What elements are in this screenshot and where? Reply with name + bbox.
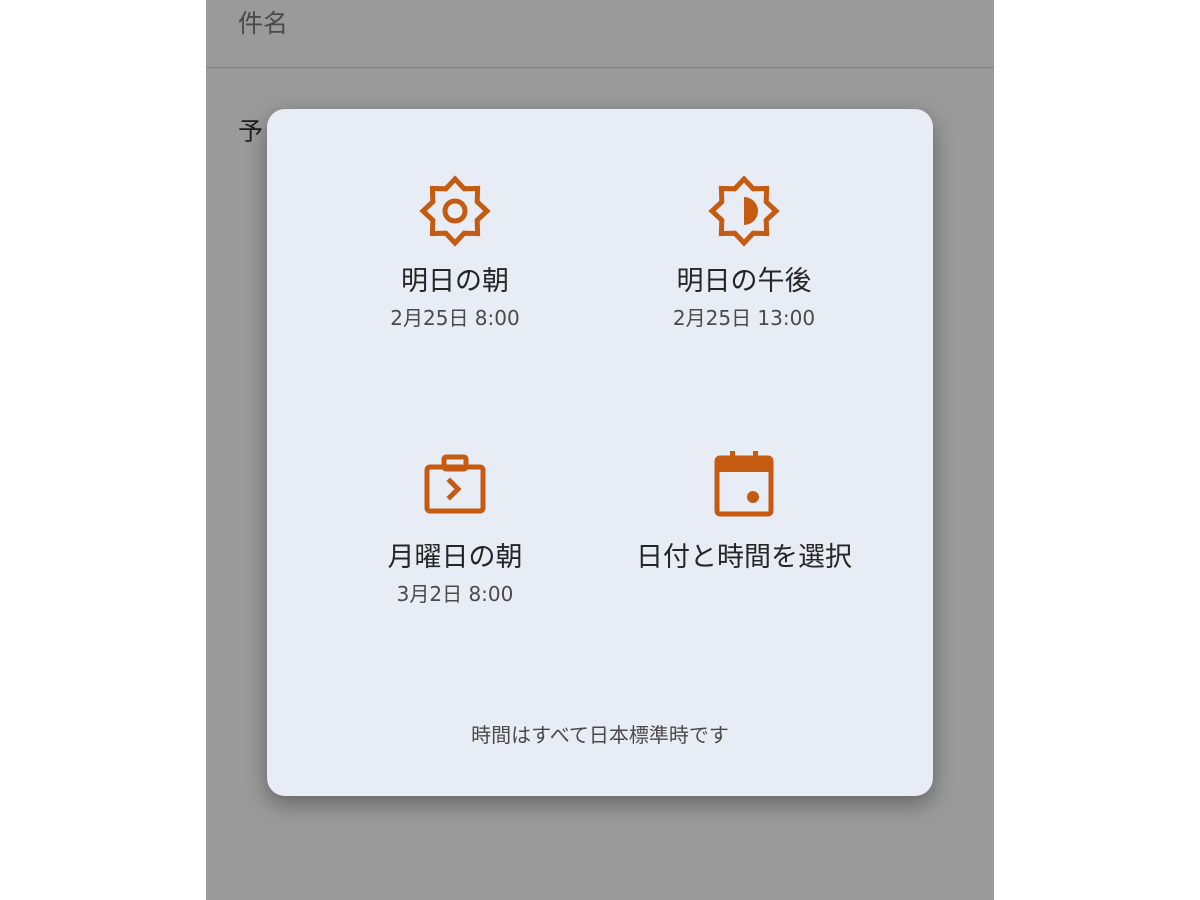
option-tomorrow-morning[interactable]: 明日の朝 2月25日 8:00 xyxy=(305,175,605,331)
subject-label: 件名 xyxy=(238,9,289,38)
option-pick-date-time[interactable]: 日付と時間を選択 xyxy=(594,451,894,581)
option-time: 2月25日 13:00 xyxy=(672,306,816,330)
option-monday-morning[interactable]: 月曜日の朝 3月2日 8:00 xyxy=(305,451,605,607)
half-sun-icon xyxy=(708,175,780,247)
schedule-label: 予 xyxy=(238,117,264,146)
calendar-icon xyxy=(714,451,774,517)
sun-icon xyxy=(419,175,491,247)
option-title: 明日の午後 xyxy=(676,266,812,297)
option-title: 日付と時間を選択 xyxy=(636,542,852,573)
option-title: 明日の朝 xyxy=(401,266,509,297)
schedule-send-dialog: 明日の朝 2月25日 8:00 明日の午後 2月25日 13:00 月曜日の朝 … xyxy=(267,109,933,796)
screen: 件名 予 明日の朝 2月25日 8:00 明日の午後 2月25日 13:00 月… xyxy=(0,0,1200,900)
timezone-note: 時間はすべて日本標準時です xyxy=(471,723,729,747)
subject-row[interactable]: 件名 xyxy=(206,0,994,68)
option-time: 3月2日 8:00 xyxy=(396,582,514,606)
briefcase-icon xyxy=(424,454,486,514)
option-time: 2月25日 8:00 xyxy=(390,306,520,330)
option-tomorrow-afternoon[interactable]: 明日の午後 2月25日 13:00 xyxy=(594,175,894,331)
option-title: 月曜日の朝 xyxy=(387,542,523,573)
